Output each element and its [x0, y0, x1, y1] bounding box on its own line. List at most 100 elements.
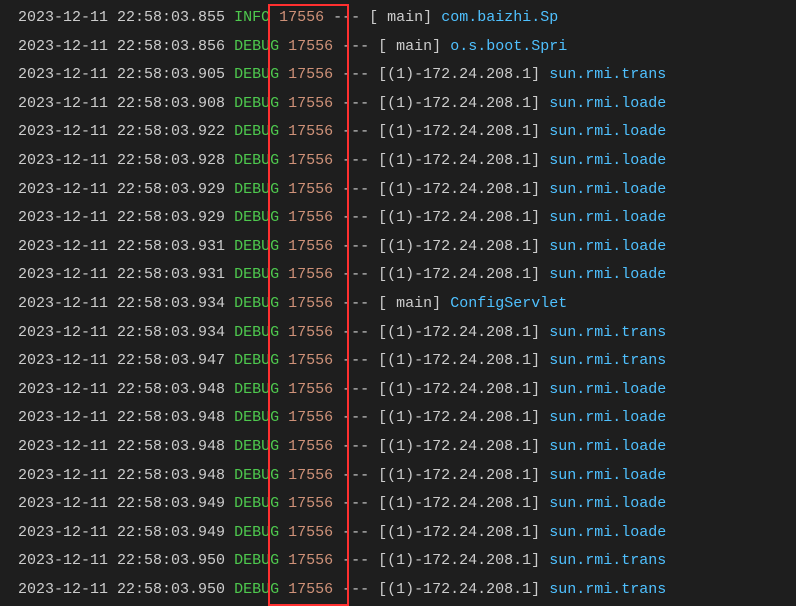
separator: ---	[342, 181, 369, 198]
log-level: DEBUG	[234, 495, 279, 512]
thread-name: [(1)-172.24.208.1]	[378, 95, 540, 112]
logger-name: sun.rmi.trans	[549, 324, 666, 341]
logger-name: sun.rmi.loade	[549, 181, 666, 198]
log-line[interactable]: 2023-12-11 22:58:03.950 DEBUG 17556 --- …	[0, 547, 796, 576]
logger-name: sun.rmi.loade	[549, 238, 666, 255]
thread-name: [(1)-172.24.208.1]	[378, 181, 540, 198]
process-id: 17556	[288, 238, 333, 255]
timestamp: 2023-12-11 22:58:03.855	[18, 9, 225, 26]
separator: ---	[342, 66, 369, 83]
process-id: 17556	[288, 438, 333, 455]
process-id: 17556	[288, 123, 333, 140]
log-level: DEBUG	[234, 152, 279, 169]
log-line[interactable]: 2023-12-11 22:58:03.922 DEBUG 17556 --- …	[0, 118, 796, 147]
separator: ---	[342, 438, 369, 455]
separator: ---	[342, 123, 369, 140]
log-level: DEBUG	[234, 266, 279, 283]
log-level: DEBUG	[234, 181, 279, 198]
separator: ---	[342, 266, 369, 283]
log-line[interactable]: 2023-12-11 22:58:03.934 DEBUG 17556 --- …	[0, 319, 796, 348]
log-line[interactable]: 2023-12-11 22:58:03.855 INFO 17556 --- […	[0, 4, 796, 33]
log-level: DEBUG	[234, 581, 279, 598]
log-level: DEBUG	[234, 66, 279, 83]
separator: ---	[342, 381, 369, 398]
log-line[interactable]: 2023-12-11 22:58:03.856 DEBUG 17556 --- …	[0, 33, 796, 62]
timestamp: 2023-12-11 22:58:03.948	[18, 467, 225, 484]
thread-name: [(1)-172.24.208.1]	[378, 524, 540, 541]
thread-name: [(1)-172.24.208.1]	[378, 352, 540, 369]
thread-name: [(1)-172.24.208.1]	[378, 266, 540, 283]
logger-name: sun.rmi.loade	[549, 409, 666, 426]
separator: ---	[342, 152, 369, 169]
process-id: 17556	[288, 409, 333, 426]
log-line[interactable]: 2023-12-11 22:58:03.950 DEBUG 17556 --- …	[0, 576, 796, 605]
logger-name: sun.rmi.loade	[549, 209, 666, 226]
log-level: DEBUG	[234, 38, 279, 55]
process-id: 17556	[288, 324, 333, 341]
log-line[interactable]: 2023-12-11 22:58:03.931 DEBUG 17556 --- …	[0, 261, 796, 290]
thread-name: [(1)-172.24.208.1]	[378, 581, 540, 598]
log-level: DEBUG	[234, 238, 279, 255]
thread-name: [(1)-172.24.208.1]	[378, 552, 540, 569]
thread-name: [(1)-172.24.208.1]	[378, 123, 540, 140]
log-viewer: 2023-12-11 22:58:03.855 INFO 17556 --- […	[0, 4, 796, 604]
process-id: 17556	[288, 95, 333, 112]
process-id: 17556	[288, 552, 333, 569]
separator: ---	[342, 295, 369, 312]
timestamp: 2023-12-11 22:58:03.950	[18, 581, 225, 598]
logger-name: o.s.boot.Spri	[450, 38, 567, 55]
timestamp: 2023-12-11 22:58:03.922	[18, 123, 225, 140]
log-line[interactable]: 2023-12-11 22:58:03.905 DEBUG 17556 --- …	[0, 61, 796, 90]
logger-name: sun.rmi.loade	[549, 467, 666, 484]
timestamp: 2023-12-11 22:58:03.931	[18, 238, 225, 255]
thread-name: [ main]	[378, 295, 441, 312]
timestamp: 2023-12-11 22:58:03.949	[18, 495, 225, 512]
log-level: DEBUG	[234, 295, 279, 312]
process-id: 17556	[288, 66, 333, 83]
log-line[interactable]: 2023-12-11 22:58:03.928 DEBUG 17556 --- …	[0, 147, 796, 176]
separator: ---	[333, 9, 360, 26]
log-line[interactable]: 2023-12-11 22:58:03.948 DEBUG 17556 --- …	[0, 376, 796, 405]
timestamp: 2023-12-11 22:58:03.931	[18, 266, 225, 283]
logger-name: sun.rmi.loade	[549, 524, 666, 541]
log-line[interactable]: 2023-12-11 22:58:03.948 DEBUG 17556 --- …	[0, 433, 796, 462]
log-level: DEBUG	[234, 381, 279, 398]
process-id: 17556	[288, 295, 333, 312]
log-line[interactable]: 2023-12-11 22:58:03.948 DEBUG 17556 --- …	[0, 462, 796, 491]
logger-name: sun.rmi.loade	[549, 152, 666, 169]
thread-name: [(1)-172.24.208.1]	[378, 467, 540, 484]
thread-name: [(1)-172.24.208.1]	[378, 209, 540, 226]
log-level: DEBUG	[234, 552, 279, 569]
log-level: DEBUG	[234, 324, 279, 341]
log-line[interactable]: 2023-12-11 22:58:03.908 DEBUG 17556 --- …	[0, 90, 796, 119]
log-line[interactable]: 2023-12-11 22:58:03.948 DEBUG 17556 --- …	[0, 404, 796, 433]
thread-name: [(1)-172.24.208.1]	[378, 381, 540, 398]
process-id: 17556	[288, 381, 333, 398]
log-line[interactable]: 2023-12-11 22:58:03.934 DEBUG 17556 --- …	[0, 290, 796, 319]
separator: ---	[342, 581, 369, 598]
process-id: 17556	[288, 495, 333, 512]
timestamp: 2023-12-11 22:58:03.948	[18, 409, 225, 426]
log-line[interactable]: 2023-12-11 22:58:03.929 DEBUG 17556 --- …	[0, 204, 796, 233]
timestamp: 2023-12-11 22:58:03.905	[18, 66, 225, 83]
thread-name: [ main]	[369, 9, 432, 26]
log-line[interactable]: 2023-12-11 22:58:03.949 DEBUG 17556 --- …	[0, 519, 796, 548]
thread-name: [(1)-172.24.208.1]	[378, 324, 540, 341]
separator: ---	[342, 524, 369, 541]
log-level: DEBUG	[234, 352, 279, 369]
separator: ---	[342, 238, 369, 255]
logger-name: sun.rmi.trans	[549, 581, 666, 598]
timestamp: 2023-12-11 22:58:03.929	[18, 209, 225, 226]
separator: ---	[342, 38, 369, 55]
log-line[interactable]: 2023-12-11 22:58:03.931 DEBUG 17556 --- …	[0, 233, 796, 262]
thread-name: [(1)-172.24.208.1]	[378, 438, 540, 455]
log-line[interactable]: 2023-12-11 22:58:03.947 DEBUG 17556 --- …	[0, 347, 796, 376]
log-line[interactable]: 2023-12-11 22:58:03.949 DEBUG 17556 --- …	[0, 490, 796, 519]
separator: ---	[342, 324, 369, 341]
log-line[interactable]: 2023-12-11 22:58:03.929 DEBUG 17556 --- …	[0, 176, 796, 205]
timestamp: 2023-12-11 22:58:03.929	[18, 181, 225, 198]
process-id: 17556	[288, 181, 333, 198]
timestamp: 2023-12-11 22:58:03.934	[18, 324, 225, 341]
timestamp: 2023-12-11 22:58:03.928	[18, 152, 225, 169]
log-level: DEBUG	[234, 95, 279, 112]
